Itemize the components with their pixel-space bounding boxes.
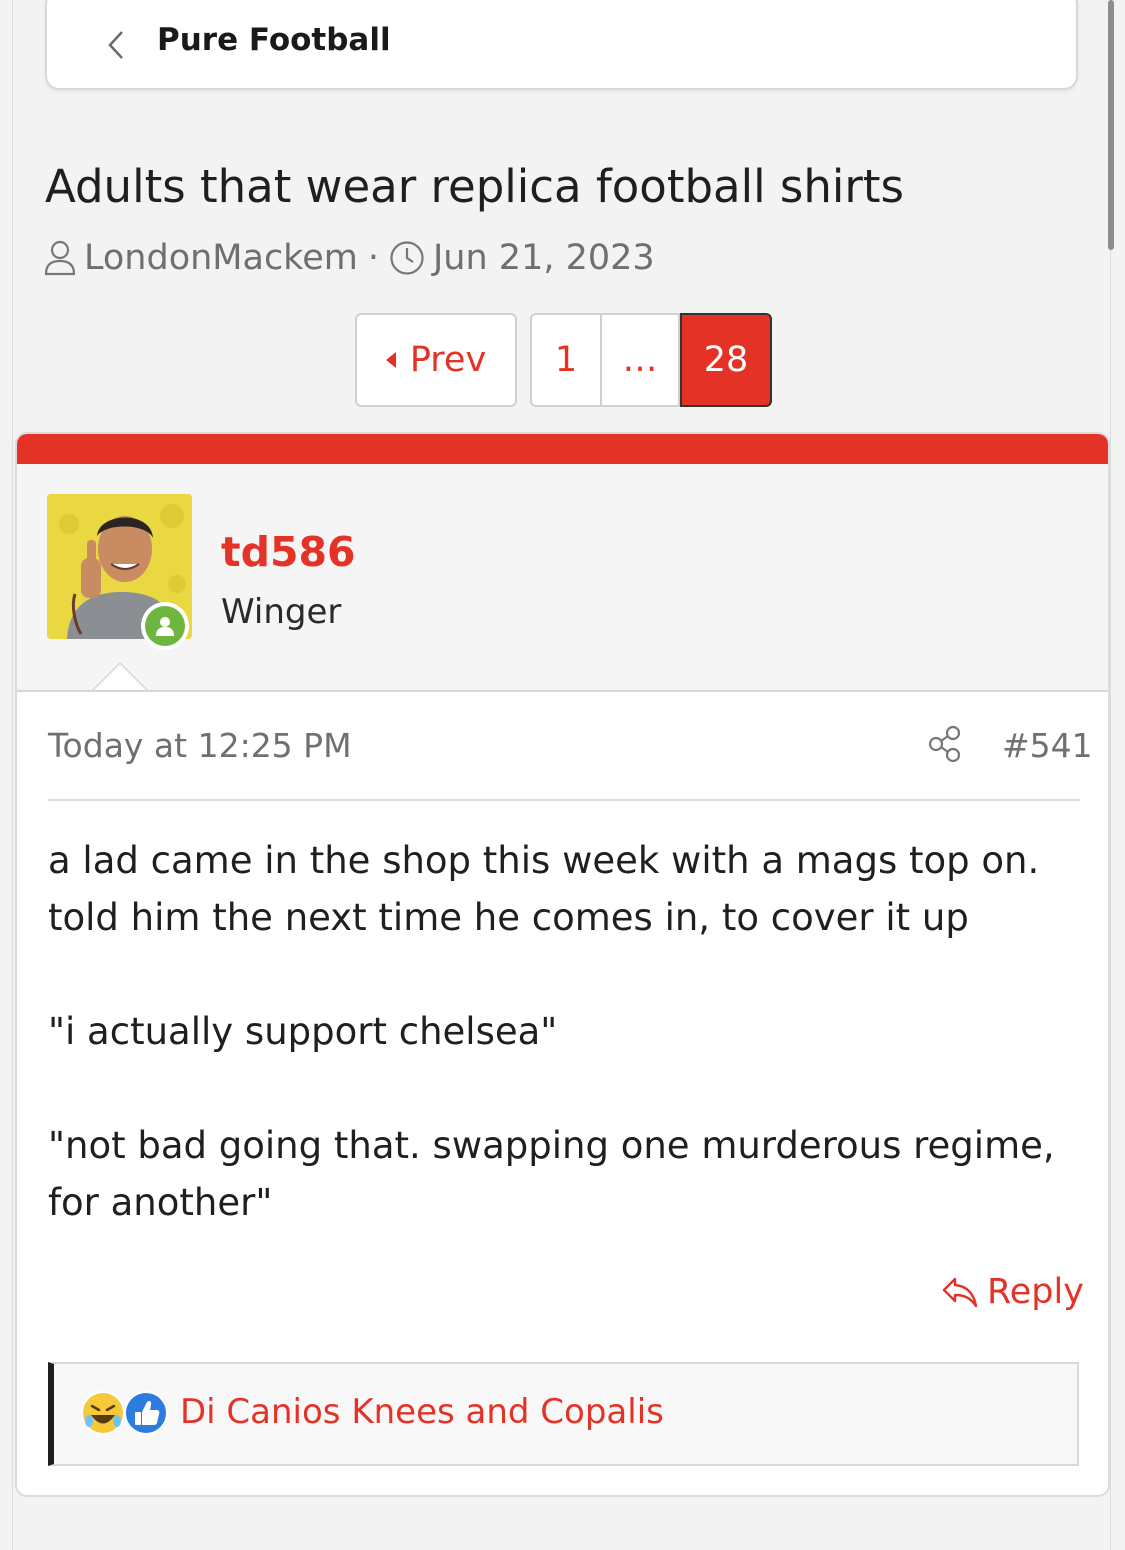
thread-author[interactable]: LondonMackem: [84, 238, 358, 278]
post-body: a lad came in the shop this week with a …: [48, 832, 1088, 1231]
reply-label: Reply: [987, 1272, 1084, 1312]
thread-date[interactable]: Jun 21, 2023: [433, 238, 655, 278]
laughing-emoji-icon: [81, 1391, 125, 1435]
post-number-link[interactable]: #541: [1002, 726, 1093, 765]
post-user-block: td586 Winger: [17, 464, 1108, 692]
reaction-icons: [81, 1391, 168, 1435]
reply-arrow-icon: [942, 1277, 978, 1308]
post-timestamp[interactable]: Today at 12:25 PM: [48, 726, 352, 765]
page-edge-left: [12, 0, 13, 1550]
user-block-pointer-fill: [94, 664, 146, 690]
like-thumb-icon: [124, 1391, 168, 1435]
clock-icon: [390, 241, 424, 275]
post-header-divider: [48, 799, 1080, 801]
user-online-icon: [156, 617, 174, 636]
page-button-1[interactable]: 1: [530, 313, 602, 407]
prev-page-label: Prev: [409, 340, 487, 380]
thread-meta: LondonMackem · Jun 21, 2023: [44, 236, 655, 280]
post-paragraph: "not bad going that. swapping one murder…: [48, 1124, 1067, 1224]
chevron-left-icon: [108, 31, 123, 59]
prev-page-button[interactable]: Prev: [355, 313, 517, 407]
user-icon: [44, 240, 76, 276]
post-paragraph: a lad came in the shop this week with a …: [48, 839, 1051, 939]
scrollbar[interactable]: [1108, 0, 1114, 250]
reply-button[interactable]: Reply: [941, 1272, 1084, 1312]
breadcrumb-label[interactable]: Pure Football: [157, 22, 391, 58]
breadcrumb[interactable]: Pure Football: [45, 0, 1078, 90]
post-card: td586 Winger Today at 12:25 PM #541 a la…: [15, 432, 1110, 1497]
post-user-title: Winger: [221, 592, 342, 632]
reactions-bar[interactable]: Di Canios Knees and Copalis: [48, 1362, 1079, 1466]
post-username[interactable]: td586: [221, 528, 356, 576]
caret-left-icon: [385, 352, 396, 368]
post-paragraph: "i actually support chelsea": [48, 1010, 558, 1053]
page-button-current[interactable]: 28: [680, 313, 772, 407]
meta-separator: ·: [367, 238, 379, 278]
share-icon[interactable]: [927, 724, 963, 764]
reaction-users[interactable]: Di Canios Knees and Copalis: [180, 1392, 664, 1432]
page-jump-ellipsis[interactable]: …: [602, 313, 680, 407]
thread-title: Adults that wear replica football shirts: [45, 160, 904, 213]
page-number-group: 1 … 28: [530, 313, 772, 407]
online-status-indicator: [141, 602, 189, 650]
post-accent-bar: [17, 434, 1108, 464]
